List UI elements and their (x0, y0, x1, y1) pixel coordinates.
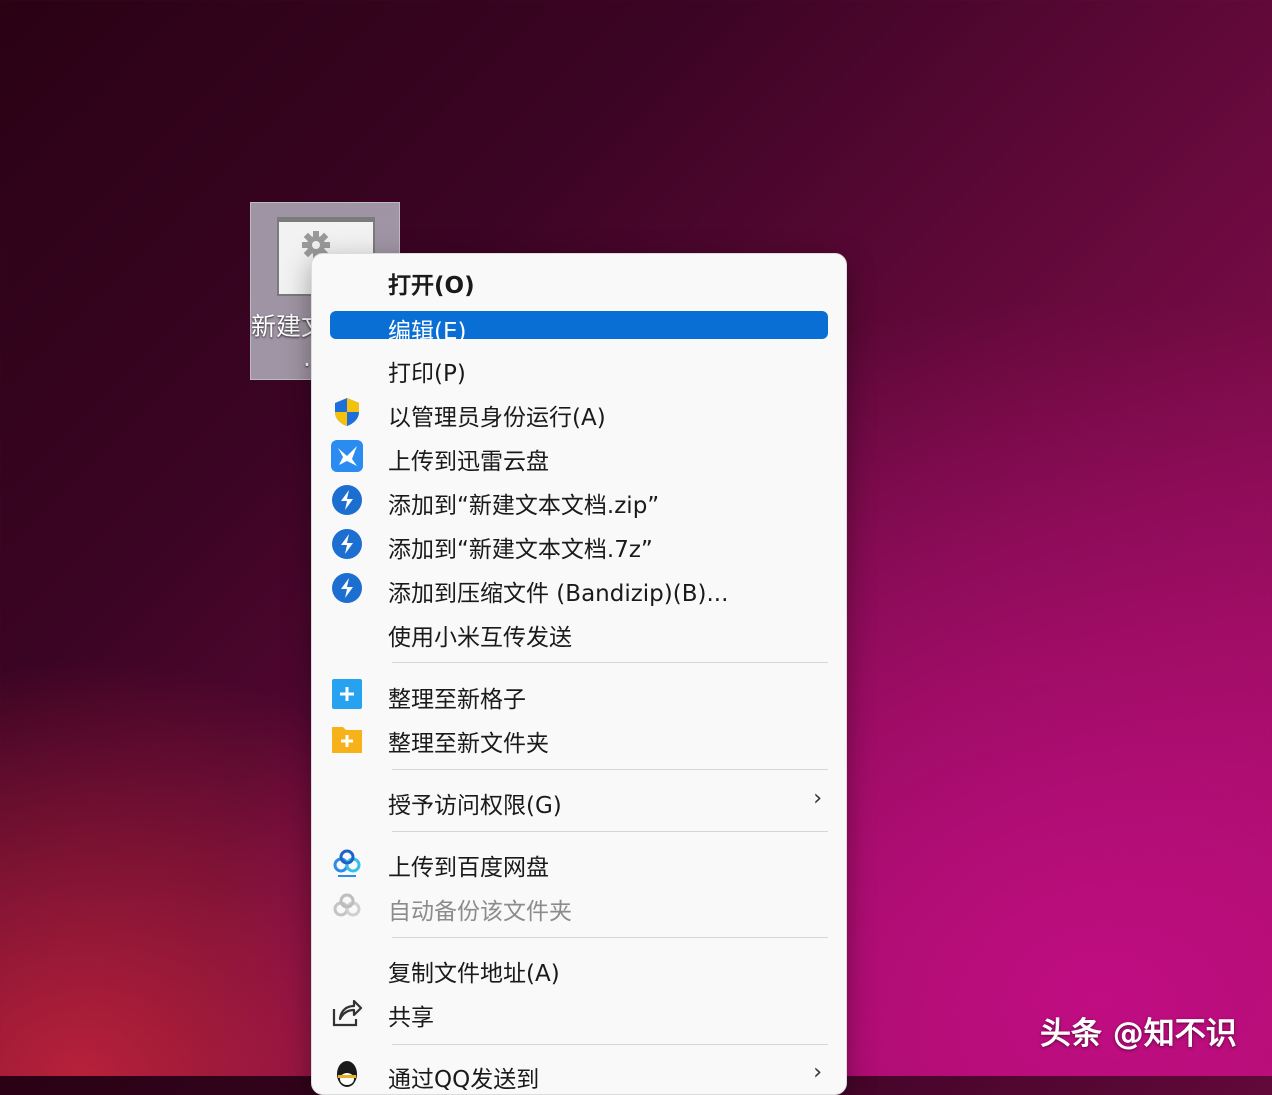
menu-item-send-via-qq[interactable]: 通过QQ发送到 › (330, 1054, 828, 1094)
menu-item-add-zip[interactable]: 添加到“新建文本文档.zip” (330, 480, 828, 520)
file-name-label-line2: . (303, 343, 311, 372)
menu-item-label: 授予访问权限(G) (388, 793, 562, 819)
menu-item-grant-access[interactable]: 授予访问权限(G) › (330, 780, 828, 820)
baidu-netdisk-icon (333, 849, 361, 877)
watermark: 头条 @知不识 (1040, 1016, 1237, 1052)
menu-item-label: 打印(P) (388, 361, 466, 387)
menu-separator (392, 937, 828, 938)
menu-item-label: 使用小米互传发送 (388, 625, 572, 651)
menu-item-label: 上传到迅雷云盘 (388, 449, 549, 475)
share-icon (332, 999, 363, 1027)
bandizip-icon (332, 573, 362, 603)
menu-item-add-archive-bandizip[interactable]: 添加到压缩文件 (Bandizip)(B)... (330, 568, 828, 608)
folder-plus-icon (332, 727, 362, 753)
menu-item-copy-path[interactable]: 复制文件地址(A) (330, 948, 828, 988)
menu-item-print[interactable]: 打印(P) (330, 348, 828, 388)
menu-item-mi-share[interactable]: 使用小米互传发送 (330, 612, 828, 652)
menu-item-label: 添加到“新建文本文档.zip” (388, 493, 660, 519)
menu-item-upload-baidu[interactable]: 上传到百度网盘 (330, 842, 828, 882)
menu-item-label: 自动备份该文件夹 (388, 899, 572, 925)
bandizip-icon (332, 529, 362, 559)
menu-item-open[interactable]: 打开(O) (330, 260, 828, 300)
menu-item-label: 打开(O) (388, 273, 475, 299)
qq-icon (337, 1061, 357, 1087)
context-menu: 打开(O) 编辑(E) 打印(P) 以管理员身份运行(A) 上传到迅雷云盘 添加… (311, 253, 847, 1095)
menu-item-upload-xunlei[interactable]: 上传到迅雷云盘 (330, 436, 828, 476)
menu-item-organize-folder[interactable]: 整理至新文件夹 (330, 718, 828, 758)
menu-item-auto-backup: 自动备份该文件夹 (330, 886, 828, 926)
menu-item-label: 复制文件地址(A) (388, 961, 560, 987)
menu-item-run-as-admin[interactable]: 以管理员身份运行(A) (330, 392, 828, 432)
menu-separator (392, 1044, 828, 1045)
menu-item-label: 整理至新文件夹 (388, 731, 549, 757)
menu-item-label: 上传到百度网盘 (388, 855, 549, 881)
uac-shield-icon (335, 398, 359, 426)
menu-separator (392, 662, 828, 663)
menu-separator (392, 831, 828, 832)
chevron-right-icon: › (813, 786, 822, 811)
menu-separator (392, 769, 828, 770)
menu-item-label: 添加到压缩文件 (Bandizip)(B)... (388, 581, 729, 607)
xunlei-icon (331, 440, 363, 472)
fences-icon (332, 679, 362, 709)
menu-item-label: 添加到“新建文本文档.7z” (388, 537, 653, 563)
menu-item-share[interactable]: 共享 (330, 992, 828, 1032)
chevron-right-icon: › (813, 1060, 822, 1085)
baidu-netdisk-icon (333, 893, 361, 917)
menu-item-label: 通过QQ发送到 (388, 1067, 540, 1093)
menu-item-label: 以管理员身份运行(A) (388, 405, 606, 431)
menu-item-organize-fence[interactable]: 整理至新格子 (330, 674, 828, 714)
menu-item-edit[interactable]: 编辑(E) (330, 311, 828, 345)
bandizip-icon (332, 485, 362, 515)
menu-item-add-7z[interactable]: 添加到“新建文本文档.7z” (330, 524, 828, 564)
menu-item-label: 整理至新格子 (388, 687, 526, 713)
menu-item-label: 共享 (388, 1005, 434, 1031)
menu-item-label: 编辑(E) (388, 319, 467, 345)
